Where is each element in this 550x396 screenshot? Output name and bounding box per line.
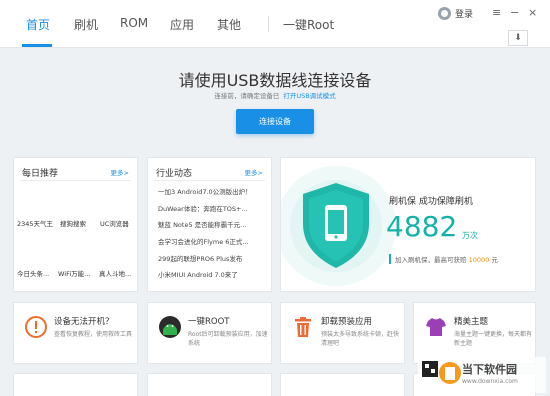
- usb-debug-link[interactable]: 打开USB调试模式: [283, 92, 335, 100]
- tool-card-uninstall-preinstalled[interactable]: 卸载预装应用 预装太多导致系统卡顿，赶快清理吧: [280, 302, 405, 364]
- minimize-icon[interactable]: −: [510, 6, 519, 19]
- tab-home[interactable]: 首页: [26, 16, 50, 33]
- alert-icon: [25, 316, 47, 338]
- app-item[interactable]: 真人斗地...: [99, 268, 131, 278]
- news-title: 行业动态: [156, 169, 193, 179]
- connect-hint: 连接前，请确定设备已 打开USB调试模式: [0, 90, 550, 100]
- promo-sub-suffix: 元: [491, 256, 498, 264]
- tab-other[interactable]: 其他: [217, 16, 241, 33]
- tool-title: 设备无法开机？: [54, 317, 114, 327]
- connect-title: 请使用USB数据线连接设备: [178, 71, 372, 90]
- tool-desc: 海量主题一键更换，每天都有新主题: [454, 331, 533, 347]
- app-item[interactable]: WiFi万能...: [58, 268, 90, 278]
- top-navigation: 首页 刷机 ROM 应用 其他 一键Root 登录 ≡ − × ⬇: [0, 0, 550, 48]
- tab-flash[interactable]: 刷机: [74, 16, 98, 33]
- tool-card-partial[interactable]: [13, 373, 138, 396]
- tool-desc: 查看恢复教程，使用救砖工具: [54, 331, 133, 338]
- app-item[interactable]: 搜狗搜索: [60, 218, 86, 228]
- divider: [154, 180, 265, 181]
- tool-card-one-click-root[interactable]: 一键ROOT Root后可卸载预装应用，加速系统: [147, 302, 272, 364]
- download-manager-button[interactable]: ⬇: [508, 30, 528, 46]
- connect-device-button[interactable]: 连接设备: [236, 109, 314, 134]
- promo-unit: 万次: [462, 231, 478, 240]
- promo-amount: 10000: [468, 256, 490, 264]
- tool-title: 卸载预装应用: [321, 317, 373, 327]
- download-icon: ⬇: [514, 33, 522, 43]
- menu-icon[interactable]: ≡: [492, 6, 501, 19]
- user-icon[interactable]: [438, 7, 451, 20]
- nav-divider: [268, 16, 269, 32]
- promo-subtitle: 加入刷机保，最高可获赔 10000 元: [395, 254, 498, 264]
- app-item[interactable]: 2345天气王: [17, 218, 53, 228]
- login-link[interactable]: 登录: [455, 7, 473, 20]
- daily-title: 每日推荐: [22, 169, 59, 179]
- daily-more-link[interactable]: 更多>: [111, 167, 129, 177]
- close-icon[interactable]: ×: [528, 6, 537, 19]
- promo-accent-bar: [389, 254, 391, 264]
- tool-card-partial[interactable]: [280, 373, 405, 396]
- app-item[interactable]: 今日头条...: [17, 268, 49, 278]
- watermark-name: 当下软件园: [462, 363, 517, 376]
- news-item[interactable]: 299起的联想PRO6 Plus发布: [158, 253, 274, 263]
- tab-apps[interactable]: 应用: [170, 16, 194, 33]
- active-tab-indicator: [22, 44, 52, 47]
- app-item[interactable]: UC浏览器: [100, 218, 129, 228]
- news-item[interactable]: 会学习会进化的Flyme 6正式...: [158, 236, 274, 246]
- connect-area: 请使用USB数据线连接设备 连接前，请确定设备已 打开USB调试模式 连接设备: [0, 49, 550, 149]
- connect-hint-text: 连接前，请确定设备已: [214, 92, 280, 100]
- news-item[interactable]: 一加3 Android7.0公测版出炉！: [158, 186, 274, 196]
- tool-card-partial[interactable]: [147, 373, 272, 396]
- tool-desc: Root后可卸载预装应用，加速系统: [188, 331, 268, 347]
- news-more-link[interactable]: 更多>: [245, 167, 263, 177]
- tab-rom[interactable]: ROM: [120, 16, 148, 30]
- news-item[interactable]: 小米MIUI Android 7.0来了: [158, 269, 274, 279]
- promo-sub-prefix: 加入刷机保，最高可获赔: [395, 256, 467, 264]
- tool-title: 一键ROOT: [188, 317, 230, 327]
- tab-one-click-root[interactable]: 一键Root: [283, 16, 334, 33]
- tool-desc: 预装太多导致系统卡顿，赶快清理吧: [321, 331, 400, 347]
- watermark-url: www.downxia.com: [462, 378, 518, 385]
- promo-count: 4882: [386, 210, 458, 243]
- divider: [20, 180, 131, 181]
- tool-title: 精美主题: [454, 317, 489, 327]
- news-item[interactable]: DuWear体验：奔跑在TOS+...: [158, 203, 274, 213]
- tool-card-device-rescue[interactable]: 设备无法开机？ 查看恢复教程，使用救砖工具: [13, 302, 138, 364]
- trash-icon: [295, 317, 311, 337]
- daily-recommend-panel: 每日推荐 更多> 2345天气王 搜狗搜索 UC浏览器 今日头条... WiFi…: [13, 157, 138, 292]
- industry-news-panel: 行业动态 更多> 一加3 Android7.0公测版出炉！ DuWear体验：奔…: [147, 157, 272, 292]
- promo-title: 刷机保 成功保障刷机: [389, 197, 473, 207]
- tshirt-icon: [426, 318, 446, 336]
- android-root-icon: [159, 316, 181, 338]
- news-item[interactable]: 魅蓝 Note5 是否能称霸千元...: [158, 219, 274, 229]
